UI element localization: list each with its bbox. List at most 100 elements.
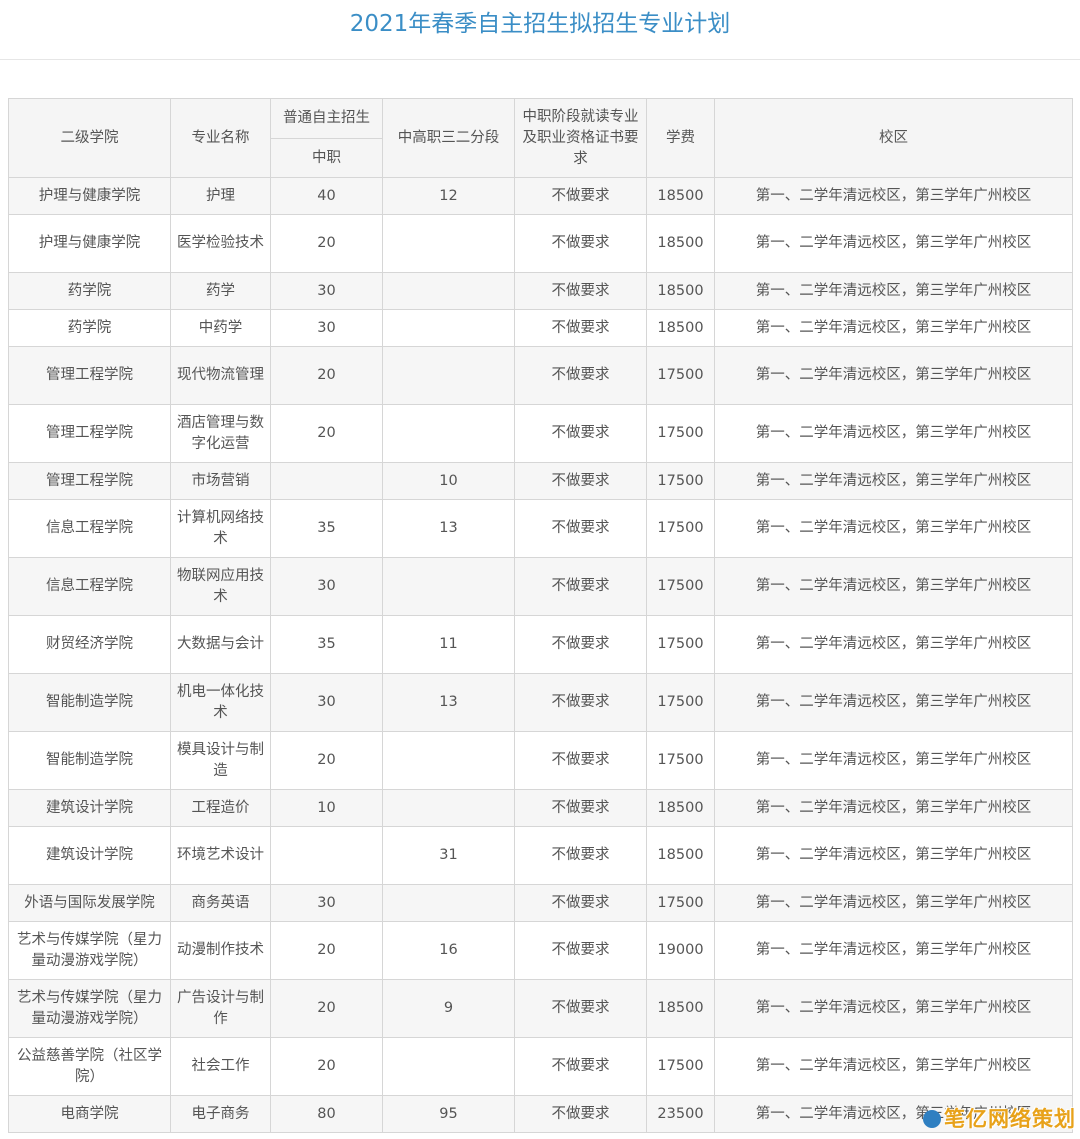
cell-campus: 第一、二学年清远校区，第三学年广州校区 <box>714 346 1073 405</box>
cell-college: 艺术与传媒学院（星力量动漫游戏学院） <box>8 979 171 1038</box>
cell-three-two <box>382 789 515 827</box>
cell-campus: 第一、二学年清远校区，第三学年广州校区 <box>714 309 1073 347</box>
cell-regular: 20 <box>270 921 383 980</box>
cell-fee: 17500 <box>646 673 715 732</box>
cell-regular: 20 <box>270 214 383 273</box>
cell-three-two: 31 <box>382 826 515 885</box>
cell-campus: 第一、二学年清远校区，第三学年广州校区 <box>714 499 1073 558</box>
cell-three-two: 95 <box>382 1095 515 1133</box>
cell-fee: 18500 <box>646 826 715 885</box>
cell-college: 建筑设计学院 <box>8 826 171 885</box>
cell-major: 工程造价 <box>170 789 271 827</box>
cell-requirement: 不做要求 <box>514 826 647 885</box>
cell-major: 市场营销 <box>170 462 271 500</box>
cell-fee: 18500 <box>646 272 715 310</box>
table-row: 信息工程学院 物联网应用技术 30 不做要求 17500 第一、二学年清远校区，第三学年广… <box>8 557 1073 616</box>
table-row: 智能制造学院 模具设计与制造 20 不做要求 17500 第一、二学年清远校区，第三学年广… <box>8 731 1073 790</box>
cell-regular: 35 <box>270 615 383 674</box>
cell-major: 中药学 <box>170 309 271 347</box>
cell-regular: 20 <box>270 731 383 790</box>
table-row: 电商学院 电子商务 80 95 不做要求 23500 第一、二学年清远校区，第三学年广州校区 <box>8 1095 1073 1133</box>
cell-three-two <box>382 557 515 616</box>
cell-campus: 第一、二学年清远校区，第三学年广州校区 <box>714 615 1073 674</box>
enrollment-plan-table: 二级学院 专业名称 普通自主招生 中高职三二分段 中职阶段就读专业及职业资格证书… <box>8 98 1073 1133</box>
cell-requirement: 不做要求 <box>514 177 647 215</box>
cell-major: 酒店管理与数字化运营 <box>170 404 271 463</box>
cell-requirement: 不做要求 <box>514 789 647 827</box>
cell-campus: 第一、二学年清远校区，第三学年广州校区 <box>714 272 1073 310</box>
cell-regular: 30 <box>270 884 383 922</box>
header-three-two: 中高职三二分段 <box>382 98 515 178</box>
cell-fee: 18500 <box>646 214 715 273</box>
cell-college: 药学院 <box>8 309 171 347</box>
cell-fee: 17500 <box>646 1037 715 1096</box>
cell-regular: 10 <box>270 789 383 827</box>
cell-campus: 第一、二学年清远校区，第三学年广州校区 <box>714 731 1073 790</box>
header-regular-group: 普通自主招生 <box>270 98 383 139</box>
table-row: 建筑设计学院 工程造价 10 不做要求 18500 第一、二学年清远校区，第三学年广州校区 <box>8 789 1073 827</box>
page-title: 2021年春季自主招生拟招生专业计划 <box>349 11 731 37</box>
cell-campus: 第一、二学年清远校区，第三学年广州校区 <box>714 557 1073 616</box>
table-row: 药学院 中药学 30 不做要求 18500 第一、二学年清远校区，第三学年广州校区 <box>8 309 1073 347</box>
table-row: 财贸经济学院 大数据与会计 35 11 不做要求 17500 第一、二学年清远校区，第三学年… <box>8 615 1073 674</box>
cell-fee: 17500 <box>646 557 715 616</box>
cell-requirement: 不做要求 <box>514 272 647 310</box>
cell-campus: 第一、二学年清远校区，第三学年广州校区 <box>714 177 1073 215</box>
table-row: 护理与健康学院 医学检验技术 20 不做要求 18500 第一、二学年清远校区，第三学年广… <box>8 214 1073 273</box>
cell-three-two <box>382 404 515 463</box>
cell-major: 护理 <box>170 177 271 215</box>
cell-major: 计算机网络技术 <box>170 499 271 558</box>
table-row: 药学院 药学 30 不做要求 18500 第一、二学年清远校区，第三学年广州校区 <box>8 272 1073 310</box>
cell-three-two: 12 <box>382 177 515 215</box>
cell-three-two <box>382 1037 515 1096</box>
cell-major: 医学检验技术 <box>170 214 271 273</box>
cell-college: 护理与健康学院 <box>8 177 171 215</box>
cell-regular: 35 <box>270 499 383 558</box>
cell-fee: 17500 <box>646 499 715 558</box>
watermark-text: 笔亿网络策划 <box>944 1107 1076 1131</box>
cell-requirement: 不做要求 <box>514 615 647 674</box>
cell-requirement: 不做要求 <box>514 462 647 500</box>
cell-requirement: 不做要求 <box>514 346 647 405</box>
cell-campus: 第一、二学年清远校区，第三学年广州校区 <box>714 462 1073 500</box>
table-row: 智能制造学院 机电一体化技术 30 13 不做要求 17500 第一、二学年清远校区，第三学… <box>8 673 1073 732</box>
cell-campus: 第一、二学年清远校区，第三学年广州校区 <box>714 826 1073 885</box>
cell-regular: 30 <box>270 272 383 310</box>
cell-fee: 17500 <box>646 346 715 405</box>
cell-requirement: 不做要求 <box>514 673 647 732</box>
cell-major: 物联网应用技术 <box>170 557 271 616</box>
title-divider <box>0 59 1080 60</box>
cell-requirement: 不做要求 <box>514 557 647 616</box>
header-requirement: 中职阶段就读专业及职业资格证书要求 <box>514 98 647 178</box>
cell-fee: 18500 <box>646 309 715 347</box>
header-regular-sub: 中职 <box>270 138 383 178</box>
cell-campus: 第一、二学年清远校区，第三学年广州校区 <box>714 789 1073 827</box>
header-campus: 校区 <box>714 98 1073 178</box>
cell-requirement: 不做要求 <box>514 731 647 790</box>
cell-three-two: 11 <box>382 615 515 674</box>
cell-college: 公益慈善学院（社区学院） <box>8 1037 171 1096</box>
cell-requirement: 不做要求 <box>514 921 647 980</box>
cell-campus: 第一、二学年清远校区，第三学年广州校区 <box>714 979 1073 1038</box>
cell-regular: 20 <box>270 1037 383 1096</box>
cell-three-two <box>382 346 515 405</box>
cell-major: 模具设计与制造 <box>170 731 271 790</box>
cell-major: 广告设计与制作 <box>170 979 271 1038</box>
cell-campus: 第一、二学年清远校区，第三学年广州校区 <box>714 673 1073 732</box>
table-row: 信息工程学院 计算机网络技术 35 13 不做要求 17500 第一、二学年清远校区，第三学… <box>8 499 1073 558</box>
cell-three-two: 13 <box>382 499 515 558</box>
cell-requirement: 不做要求 <box>514 979 647 1038</box>
cell-regular: 30 <box>270 557 383 616</box>
cell-fee: 17500 <box>646 404 715 463</box>
cell-major: 环境艺术设计 <box>170 826 271 885</box>
cell-college: 外语与国际发展学院 <box>8 884 171 922</box>
cell-college: 智能制造学院 <box>8 673 171 732</box>
cell-college: 建筑设计学院 <box>8 789 171 827</box>
table-row: 建筑设计学院 环境艺术设计 31 不做要求 18500 第一、二学年清远校区，第三学年广州… <box>8 826 1073 885</box>
cell-college: 管理工程学院 <box>8 462 171 500</box>
cell-regular: 20 <box>270 346 383 405</box>
cell-major: 社会工作 <box>170 1037 271 1096</box>
cell-major: 商务英语 <box>170 884 271 922</box>
cell-major: 大数据与会计 <box>170 615 271 674</box>
cell-campus: 第一、二学年清远校区，第三学年广州校区 <box>714 404 1073 463</box>
